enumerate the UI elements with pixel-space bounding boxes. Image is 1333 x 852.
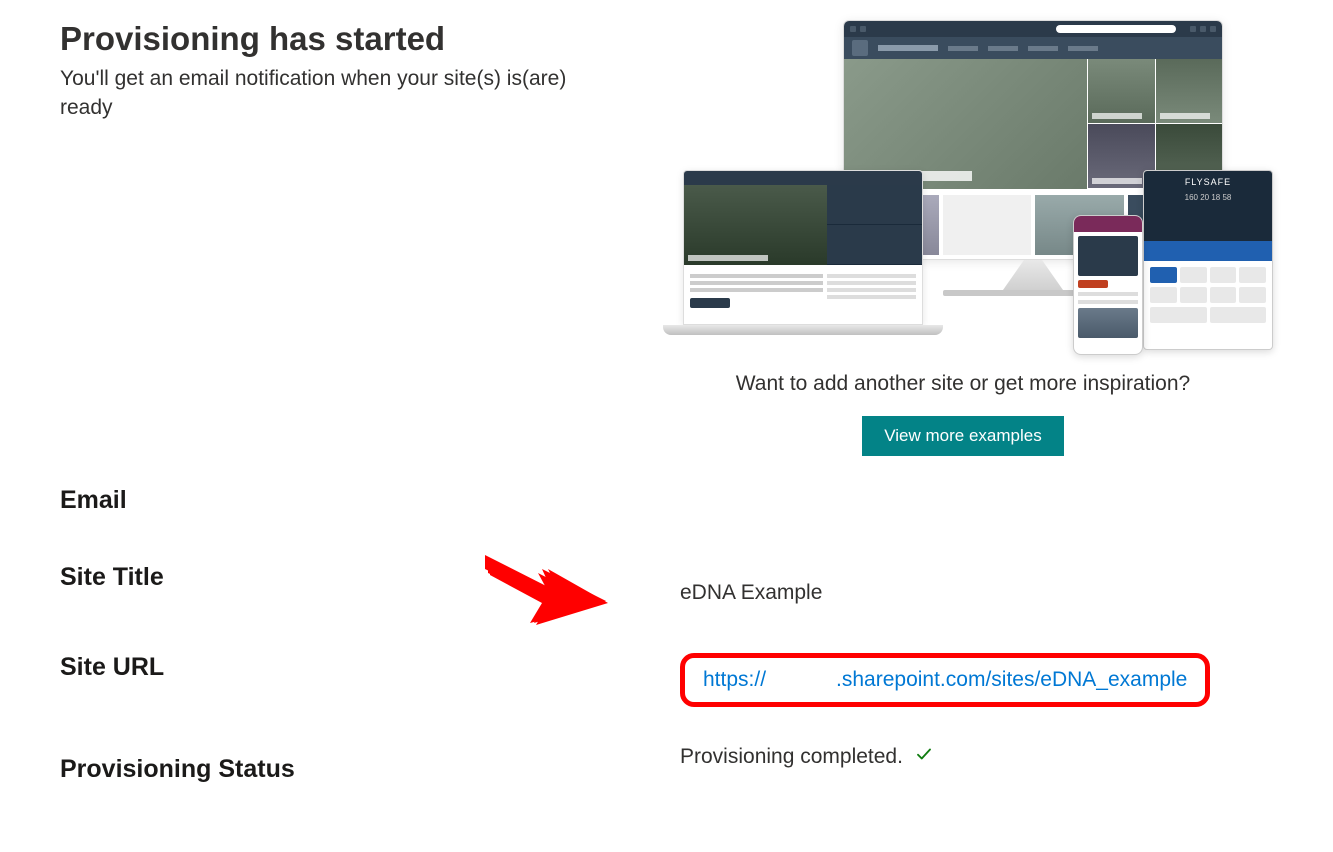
email-value <box>680 486 1273 488</box>
red-arrow-icon <box>480 545 610 625</box>
site-url-link[interactable]: https://.sharepoint.com/sites/eDNA_examp… <box>703 668 1187 691</box>
page-subtitle: You'll get an email notification when yo… <box>60 64 610 123</box>
tablet-timer-text: 160 20 18 58 <box>1150 193 1266 202</box>
phone-preview <box>1073 215 1143 355</box>
tablet-preview: FLYSAFE 160 20 18 58 <box>1143 170 1273 350</box>
tablet-logo-text: FLYSAFE <box>1150 177 1266 187</box>
site-title-value: eDNA Example <box>680 563 1273 605</box>
inspiration-text: Want to add another site or get more ins… <box>653 372 1273 396</box>
site-url-label: Site URL <box>60 653 680 682</box>
checkmark-icon <box>915 745 933 769</box>
provisioning-status-value: Provisioning completed. <box>680 745 903 768</box>
site-url-highlight-box: https://.sharepoint.com/sites/eDNA_examp… <box>680 653 1210 707</box>
page-title: Provisioning has started <box>60 20 610 58</box>
view-more-examples-button[interactable]: View more examples <box>862 416 1063 456</box>
laptop-preview <box>663 170 943 360</box>
email-label: Email <box>60 486 680 515</box>
device-mockup: FLYSAFE 160 20 18 58 <box>653 20 1273 360</box>
provisioning-status-label: Provisioning Status <box>60 755 680 784</box>
